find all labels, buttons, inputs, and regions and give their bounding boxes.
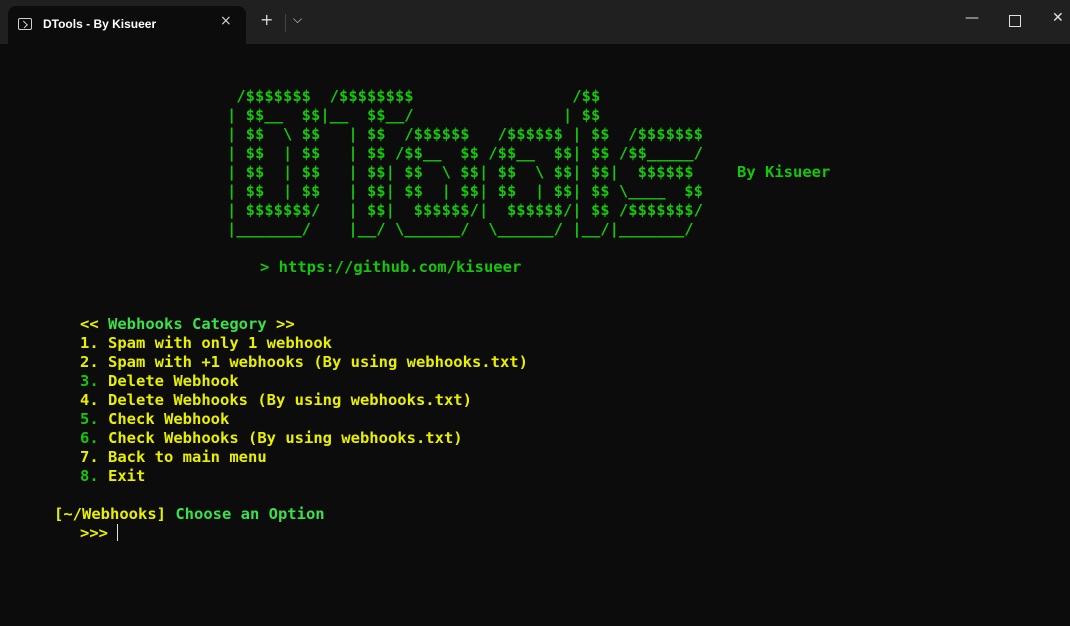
prompt-input[interactable]: >>> — [80, 524, 108, 543]
banner-line: |_______/ |__/ \______/ \______/ |__/|__… — [227, 220, 694, 238]
prompt-path: [~/Webhooks] — [54, 505, 166, 523]
menu-item-text: Check Webhooks (By using webhooks.txt) — [108, 429, 463, 447]
prompt-line: [~/Webhooks] Choose an Option — [54, 505, 325, 524]
menu-category: Webhooks Category — [108, 315, 267, 333]
menu-header-open: << — [80, 315, 99, 333]
menu-item-text: Delete Webhooks (By using webhooks.txt) — [108, 391, 472, 409]
menu-item-text: Spam with +1 webhooks (By using webhooks… — [108, 353, 528, 371]
menu-item-text: Spam with only 1 webhook — [108, 334, 332, 352]
maximize-icon[interactable] — [1009, 15, 1021, 27]
banner-line: /$$$$$$$ /$$$$$$$$ /$$ — [227, 87, 601, 105]
menu-item-text: Exit — [108, 467, 146, 485]
menu-item-2: 2. Spam with +1 webhooks (By using webho… — [80, 353, 528, 372]
menu-item-text: Check Webhook — [108, 410, 230, 428]
menu-item-6: 6. Check Webhooks (By using webhooks.txt… — [80, 429, 463, 448]
banner-line: | $$ | $$ | $$ /$$__ $$ /$$__ $$| $$ /$$… — [227, 144, 703, 162]
menu-item-number: 2. — [80, 353, 99, 371]
menu-item-1: 1. Spam with only 1 webhook — [80, 334, 332, 353]
text-cursor — [117, 524, 118, 541]
menu-header-close: >> — [276, 315, 295, 333]
new-tab-icon[interactable]: + — [260, 10, 273, 29]
menu-item-number: 3. — [80, 372, 99, 390]
title-bar: DTools - By Kisueer × + ⌵ — ✕ — [0, 0, 1070, 44]
menu-item-number: 1. — [80, 334, 99, 352]
close-tab-icon[interactable]: × — [220, 13, 232, 29]
terminal-icon — [18, 18, 32, 30]
menu-item-5: 5. Check Webhook — [80, 410, 229, 429]
menu-header: << Webhooks Category >> — [80, 315, 295, 334]
menu-item-7: 7. Back to main menu — [80, 448, 267, 467]
menu-item-number: 6. — [80, 429, 99, 447]
menu-item-3: 3. Delete Webhook — [80, 372, 239, 391]
menu-item-number: 5. — [80, 410, 99, 428]
menu-item-text: Delete Webhook — [108, 372, 239, 390]
chevron-down-icon[interactable]: ⌵ — [293, 12, 302, 27]
author-label: By Kisueer — [737, 163, 831, 181]
menu-item-number: 8. — [80, 467, 99, 485]
banner-line: | $$$$$$$/ | $$| $$$$$$/| $$$$$$/| $$ /$… — [227, 201, 703, 219]
menu-item-number: 7. — [80, 448, 99, 466]
menu-item-4: 4. Delete Webhooks (By using webhooks.tx… — [80, 391, 472, 410]
close-window-icon[interactable]: ✕ — [1052, 10, 1064, 26]
menu-item-8: 8. Exit — [80, 467, 145, 486]
github-link: > https://github.com/kisueer — [260, 258, 522, 276]
minimize-icon[interactable]: — — [965, 10, 979, 26]
terminal-tab[interactable]: DTools - By Kisueer × — [8, 6, 246, 44]
tab-title: DTools - By Kisueer — [43, 17, 157, 31]
prompt-text: Choose an Option — [175, 505, 325, 523]
banner-line: | $$ | $$ | $$| $$ \ $$| $$ \ $$| $$| $$… — [227, 163, 694, 181]
menu-item-text: Back to main menu — [108, 448, 267, 466]
banner-line: | $$__ $$|__ $$__/ | $$ — [227, 106, 601, 124]
menu-item-number: 4. — [80, 391, 99, 409]
banner-line: | $$ \ $$ | $$ /$$$$$$ /$$$$$$ | $$ /$$$… — [227, 125, 703, 143]
tab-divider — [285, 14, 286, 32]
banner-line: | $$ | $$ | $$| $$ | $$| $$ | $$| $$ \__… — [227, 182, 703, 200]
